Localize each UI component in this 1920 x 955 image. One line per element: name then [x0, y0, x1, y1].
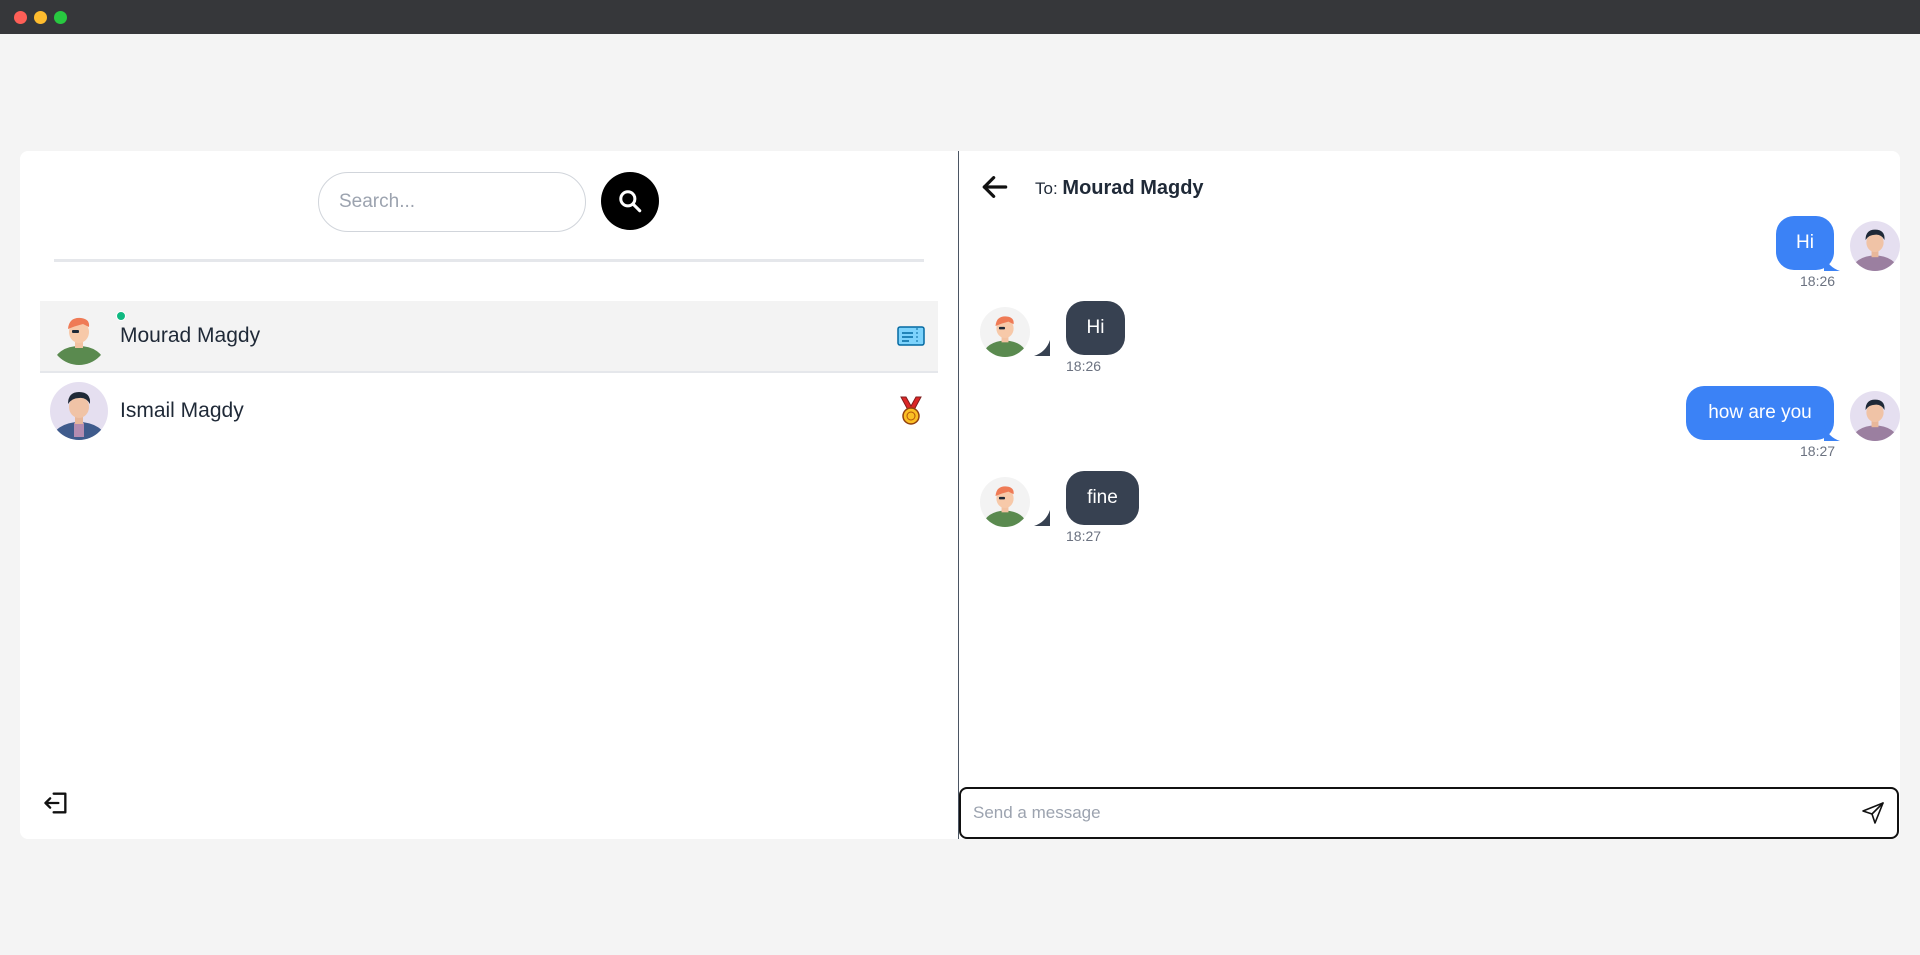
avatar	[980, 307, 1030, 357]
search-input[interactable]	[318, 172, 586, 232]
recipient-name: Mourad Magdy	[1062, 177, 1204, 199]
window-titlebar	[0, 0, 1920, 34]
message-timestamp: 18:27	[1066, 528, 1102, 544]
close-window-button[interactable]	[14, 11, 27, 24]
arrow-left-icon	[982, 176, 1008, 198]
contact-name: Mourad Magdy	[120, 324, 261, 347]
conversation-pane: To: Mourad Magdy Hi 18:26 Hi 18:26 how a…	[958, 151, 1900, 839]
avatar	[50, 307, 108, 365]
message-timestamp: 18:26	[1800, 273, 1836, 289]
maximize-window-button[interactable]	[54, 11, 67, 24]
minimize-window-button[interactable]	[34, 11, 47, 24]
search-button[interactable]	[601, 172, 659, 230]
chat-app: Mourad Magdy Ismail Magdy	[20, 151, 1900, 839]
search-divider	[54, 259, 924, 262]
avatar	[1850, 221, 1900, 271]
logout-icon	[44, 792, 67, 814]
message-bubble: fine	[1066, 471, 1139, 525]
bubble-tail	[1824, 255, 1840, 271]
avatar	[50, 382, 108, 440]
search-icon	[619, 190, 642, 213]
ticket-icon	[896, 321, 926, 351]
avatar	[980, 477, 1030, 527]
logout-button[interactable]	[42, 789, 70, 817]
send-button[interactable]	[1861, 801, 1885, 825]
online-status-dot	[116, 311, 126, 321]
send-icon	[1862, 802, 1884, 824]
recipient-prefix: To:	[1035, 179, 1058, 198]
contact-item-ismail-magdy[interactable]: Ismail Magdy	[40, 375, 938, 447]
contacts-pane: Mourad Magdy Ismail Magdy	[20, 151, 958, 839]
message-input[interactable]	[973, 789, 1833, 837]
message-composer	[959, 787, 1899, 839]
bubble-tail	[1824, 425, 1840, 441]
recipient-header: To: Mourad Magdy	[1035, 177, 1204, 200]
message-timestamp: 18:26	[1066, 358, 1102, 374]
avatar	[1850, 391, 1900, 441]
contact-name: Ismail Magdy	[120, 399, 244, 422]
back-button[interactable]	[979, 171, 1011, 203]
message-timestamp: 18:27	[1800, 443, 1836, 459]
medal-icon	[896, 396, 926, 426]
contact-item-mourad-magdy[interactable]: Mourad Magdy	[40, 301, 938, 373]
message-bubble: Hi	[1066, 301, 1125, 355]
message-bubble: how are you	[1686, 386, 1834, 440]
bubble-tail	[1034, 510, 1050, 526]
bubble-tail	[1034, 340, 1050, 356]
